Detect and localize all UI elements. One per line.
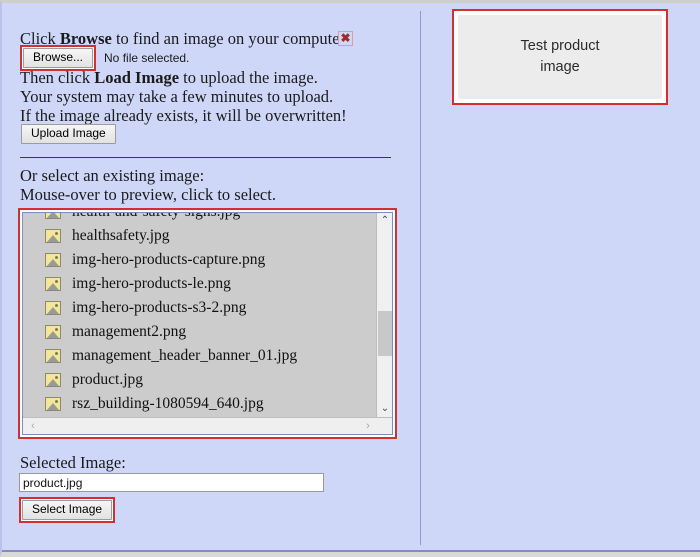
browse-button-highlight: Browse... (20, 44, 97, 71)
file-list-items: health-and-safety-signs.jpg healthsafety… (23, 213, 376, 417)
list-item-label: product.jpg (72, 371, 144, 388)
instruction-browse-post: to find an image on your computer. (111, 29, 349, 48)
scroll-right-icon[interactable]: › (360, 418, 376, 434)
list-item[interactable]: rsz_building-1080594_640.jpg (23, 392, 376, 416)
list-item[interactable]: management2.png (23, 320, 376, 344)
image-preview: Test product image (458, 15, 662, 99)
list-item-label: health-and-safety-signs.jpg (72, 213, 240, 221)
close-icon[interactable]: ✖ (338, 31, 353, 46)
column-divider (420, 11, 421, 545)
image-file-icon (45, 373, 61, 387)
list-item[interactable]: img-hero-products-s3-2.png (23, 296, 376, 320)
list-item-label: management_header_banner_01.jpg (72, 347, 298, 364)
scroll-down-icon[interactable]: ⌄ (377, 401, 392, 417)
upload-image-button[interactable]: Upload Image (21, 124, 116, 144)
instruction-load-pre: Then click (20, 68, 95, 87)
list-item[interactable]: img-hero-products-capture.png (23, 248, 376, 272)
list-item-label: img-hero-products-capture.png (72, 251, 266, 268)
list-item-label: rsz_building-1080594_640.jpg (72, 395, 264, 412)
preview-line-2: image (540, 59, 580, 75)
selected-image-label: Selected Image: (20, 453, 126, 472)
image-file-icon (45, 301, 61, 315)
file-list-highlight: health-and-safety-signs.jpg healthsafety… (18, 208, 397, 439)
list-item-label: management2.png (72, 323, 187, 340)
section-divider (20, 157, 391, 158)
image-file-icon (45, 397, 61, 411)
file-list-horizontal-scrollbar[interactable]: ‹ › (23, 417, 392, 434)
list-item[interactable]: healthsafety.jpg (23, 224, 376, 248)
file-status-text: No file selected. (104, 50, 190, 65)
image-file-icon (45, 349, 61, 363)
image-file-icon (45, 277, 61, 291)
image-file-icon (45, 325, 61, 339)
file-list-vertical-scrollbar[interactable]: ⌃ ⌄ (376, 213, 392, 417)
upload-image-page: Click Browse to find an image on your co… (0, 0, 700, 557)
instruction-system-time: Your system may take a few minutes to up… (20, 87, 334, 106)
list-item-label: img-hero-products-s3-2.png (72, 299, 247, 316)
list-item[interactable]: product.jpg (23, 368, 376, 392)
list-item-label: healthsafety.jpg (72, 227, 170, 244)
instruction-load-post: to upload the image. (179, 68, 318, 87)
instruction-load-keyword: Load Image (94, 68, 180, 87)
select-image-button-highlight: Select Image (19, 497, 116, 523)
file-chooser-row: Browse... No file selected. (20, 44, 190, 71)
list-item[interactable]: img-hero-products-le.png (23, 272, 376, 296)
list-item[interactable]: health-and-safety-signs.jpg (23, 213, 376, 224)
existing-image-subheading: Mouse-over to preview, click to select. (20, 185, 276, 204)
scroll-up-icon[interactable]: ⌃ (377, 213, 392, 229)
image-file-icon (45, 253, 61, 267)
instruction-load: Then click Load Image to upload the imag… (20, 68, 318, 87)
preview-line-1: Test product (520, 38, 600, 54)
file-listbox[interactable]: health-and-safety-signs.jpg healthsafety… (22, 212, 393, 435)
upload-panel: Click Browse to find an image on your co… (2, 3, 414, 552)
file-list-viewport: health-and-safety-signs.jpg healthsafety… (23, 213, 376, 417)
image-file-icon (45, 213, 61, 219)
upload-button-wrap: Upload Image (21, 124, 116, 144)
image-file-icon (45, 229, 61, 243)
vertical-scroll-thumb[interactable] (378, 311, 392, 356)
preview-highlight: Test product image (452, 9, 668, 105)
list-item[interactable]: management_header_banner_01.jpg (23, 344, 376, 368)
list-item-label: img-hero-products-le.png (72, 275, 231, 292)
select-image-button[interactable]: Select Image (22, 500, 113, 520)
instruction-overwrite-warning: If the image already exists, it will be … (20, 106, 347, 125)
browse-button[interactable]: Browse... (23, 47, 94, 68)
selected-image-input[interactable] (19, 473, 324, 492)
scroll-left-icon[interactable]: ‹ (25, 418, 41, 434)
existing-image-heading: Or select an existing image: (20, 166, 205, 185)
